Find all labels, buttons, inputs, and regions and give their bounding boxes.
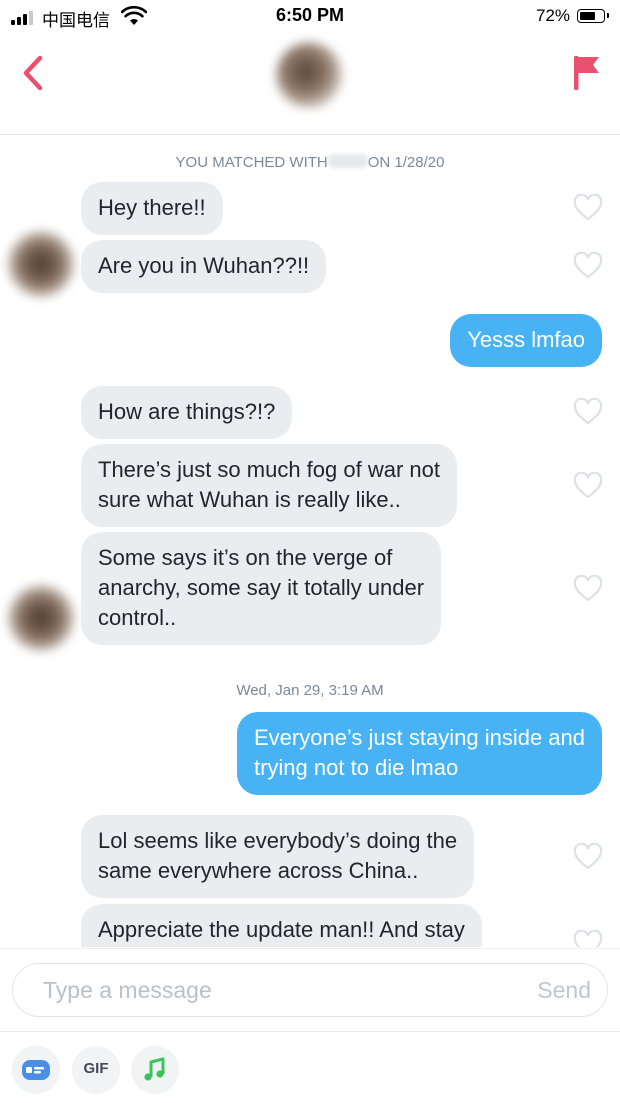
battery-percent: 72% bbox=[536, 6, 571, 25]
chevron-left-icon bbox=[23, 55, 43, 91]
gif-label: GIF bbox=[83, 1060, 109, 1077]
sender-avatar[interactable] bbox=[8, 231, 74, 297]
music-button[interactable] bbox=[131, 1046, 179, 1094]
incoming-message[interactable]: Appreciate the update man!! And stay bbox=[81, 904, 482, 947]
incoming-message[interactable]: There’s just so much fog of war not sure… bbox=[81, 444, 457, 527]
back-button[interactable] bbox=[16, 52, 52, 94]
outgoing-message[interactable]: Everyone’s just staying inside and tryin… bbox=[236, 712, 602, 795]
message-input[interactable]: Type a message Send bbox=[12, 963, 608, 1017]
heart-icon[interactable] bbox=[573, 843, 603, 871]
heart-icon[interactable] bbox=[573, 472, 603, 500]
heart-icon[interactable] bbox=[573, 194, 603, 222]
message-input-placeholder: Type a message bbox=[43, 977, 212, 1003]
incoming-message[interactable]: Are you in Wuhan??!! bbox=[81, 240, 327, 293]
match-avatar[interactable] bbox=[276, 42, 342, 108]
status-bar: 中国电信 6:50 PM 72% bbox=[0, 0, 620, 34]
battery-icon bbox=[577, 9, 609, 23]
date-divider: Wed, Jan 29, 3:19 AM bbox=[0, 682, 620, 699]
flag-icon bbox=[574, 56, 599, 90]
status-time: 6:50 PM bbox=[275, 5, 345, 25]
match-notice: YOU MATCHED WITH ON 1/28/20 bbox=[175, 154, 445, 171]
message-list[interactable]: YOU MATCHED WITH ON 1/28/20 Hey there!! A… bbox=[0, 135, 620, 947]
gif-button[interactable]: GIF bbox=[72, 1046, 120, 1094]
incoming-message[interactable]: Hey there!! bbox=[81, 182, 223, 235]
composer-toolbar: GIF bbox=[0, 1031, 620, 1103]
heart-icon[interactable] bbox=[573, 930, 603, 947]
report-flag-button[interactable] bbox=[568, 54, 604, 92]
chat-header bbox=[0, 34, 620, 135]
incoming-message[interactable]: Some says it’s on the verge of anarchy, … bbox=[81, 532, 442, 645]
sender-avatar[interactable] bbox=[8, 585, 74, 651]
sticker-button[interactable] bbox=[12, 1046, 60, 1094]
battery-level-fill bbox=[580, 12, 595, 20]
heart-icon[interactable] bbox=[573, 252, 603, 280]
send-button[interactable]: Send bbox=[537, 977, 591, 1004]
date-divider-day: Wed, Jan 29, bbox=[236, 682, 325, 699]
date-divider-time: 3:19 AM bbox=[328, 682, 384, 699]
outgoing-message[interactable]: Yesss lmfao bbox=[450, 314, 602, 367]
heart-icon[interactable] bbox=[573, 575, 603, 603]
heart-icon[interactable] bbox=[573, 398, 603, 426]
message-composer: Type a message Send bbox=[0, 948, 620, 1031]
sticker-icon bbox=[22, 1060, 50, 1080]
incoming-message[interactable]: Lol seems like everybody’s doing the sam… bbox=[81, 815, 475, 898]
music-note-icon bbox=[144, 1057, 165, 1081]
incoming-message[interactable]: How are things?!? bbox=[81, 386, 293, 439]
